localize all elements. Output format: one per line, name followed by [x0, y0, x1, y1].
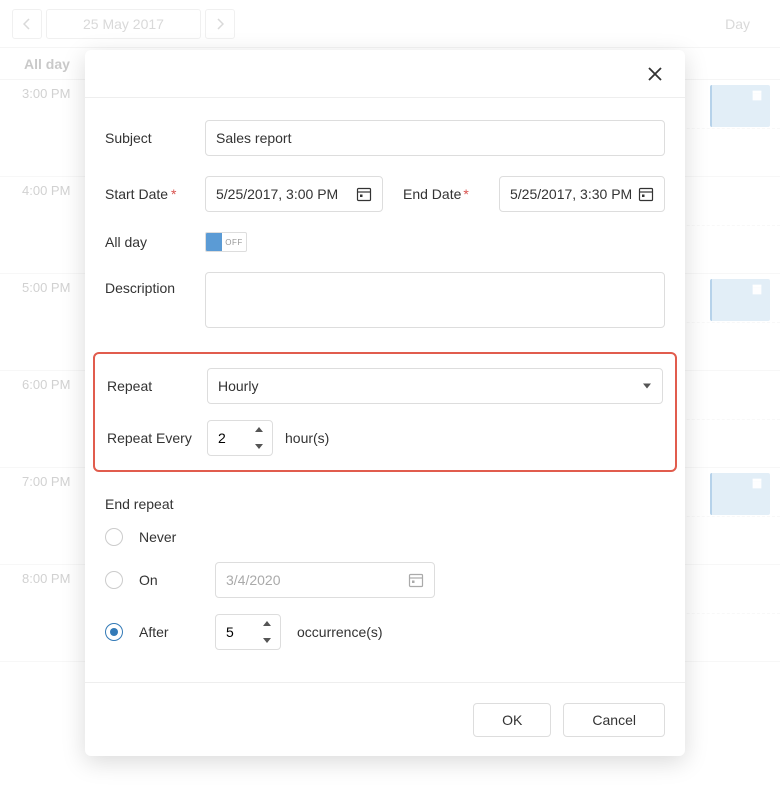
repeat-every-stepper[interactable] [207, 420, 273, 456]
repeat-unit: hour(s) [285, 430, 329, 446]
end-repeat-on-row: On [105, 562, 665, 598]
subject-label: Subject [105, 130, 193, 146]
end-repeat-header: End repeat [105, 496, 665, 512]
end-repeat-after-row: After occurrence(s) [105, 614, 665, 650]
decrement-button[interactable] [246, 438, 272, 455]
description-textarea[interactable] [205, 272, 665, 328]
start-date-label: Start Date* [105, 186, 193, 202]
after-occurrences-input[interactable] [216, 615, 254, 649]
after-label: After [139, 624, 199, 640]
increment-button[interactable] [254, 615, 280, 632]
repeat-every-label: Repeat Every [107, 430, 195, 446]
chevron-up-icon [263, 621, 271, 626]
radio-after[interactable] [105, 623, 123, 641]
end-repeat-never-row: Never [105, 528, 665, 546]
never-label: Never [139, 529, 199, 545]
radio-never[interactable] [105, 528, 123, 546]
after-occurrences-stepper[interactable] [215, 614, 281, 650]
end-date-field[interactable] [499, 176, 665, 212]
end-on-date-field[interactable] [215, 562, 435, 598]
description-label: Description [105, 272, 193, 296]
repeat-value[interactable] [207, 368, 663, 404]
highlight-repeat-section: Repeat Repeat Every hour(s) [93, 352, 677, 472]
appointment-dialog: Subject Start Date* End Date* All day OF… [85, 50, 685, 756]
repeat-every-input[interactable] [208, 421, 246, 455]
end-date-input[interactable] [510, 186, 638, 202]
dialog-header [85, 50, 685, 98]
chevron-down-icon [255, 444, 263, 449]
repeat-label: Repeat [107, 378, 195, 394]
on-label: On [139, 572, 199, 588]
decrement-button[interactable] [254, 632, 280, 649]
allday-toggle[interactable]: OFF [205, 232, 247, 252]
end-on-date-input[interactable] [226, 572, 408, 588]
calendar-icon [638, 186, 654, 202]
radio-on[interactable] [105, 571, 123, 589]
end-date-label: End Date* [403, 186, 487, 202]
ok-button[interactable]: OK [473, 703, 551, 737]
repeat-select[interactable] [207, 368, 663, 404]
close-icon [648, 67, 662, 81]
start-date-field[interactable] [205, 176, 383, 212]
chevron-up-icon [255, 427, 263, 432]
chevron-down-icon [643, 384, 651, 389]
cancel-button[interactable]: Cancel [563, 703, 665, 737]
toggle-state: OFF [222, 238, 246, 247]
calendar-icon [408, 572, 424, 588]
subject-input[interactable] [205, 120, 665, 156]
dialog-footer: OK Cancel [85, 682, 685, 756]
allday-label: All day [105, 234, 193, 250]
chevron-down-icon [263, 638, 271, 643]
dialog-body: Subject Start Date* End Date* All day OF… [85, 98, 685, 682]
occurrences-unit: occurrence(s) [297, 624, 383, 640]
increment-button[interactable] [246, 421, 272, 438]
close-button[interactable] [643, 62, 667, 86]
calendar-icon [356, 186, 372, 202]
start-date-input[interactable] [216, 186, 356, 202]
